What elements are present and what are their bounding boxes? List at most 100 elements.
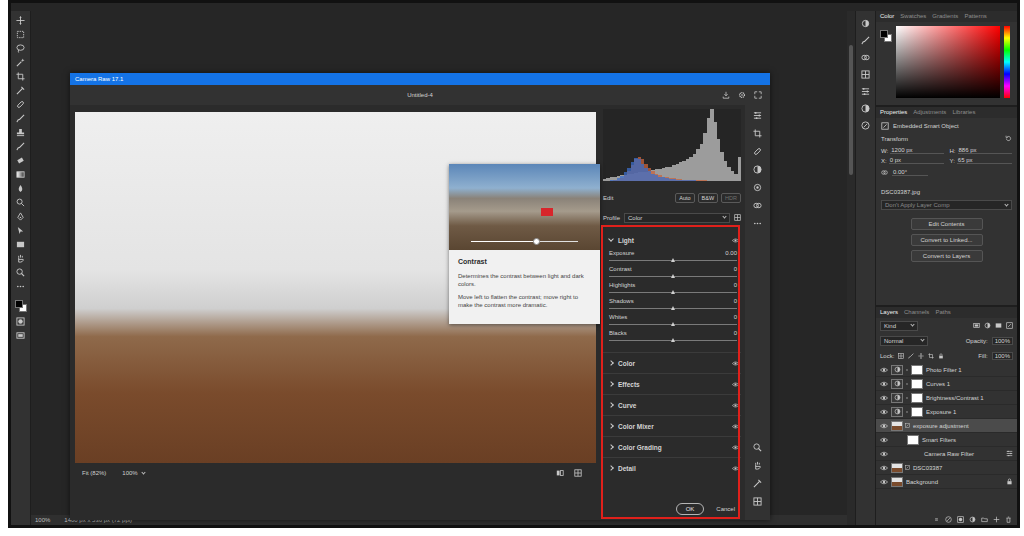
presets-icon[interactable] bbox=[861, 53, 870, 62]
dropdown-caret-icon[interactable] bbox=[722, 214, 726, 218]
section-title[interactable]: Detail bbox=[618, 465, 636, 472]
heal-icon[interactable] bbox=[16, 100, 25, 109]
slider-thumb[interactable] bbox=[671, 322, 675, 326]
dodge-icon[interactable] bbox=[16, 198, 25, 207]
heal-icon[interactable] bbox=[753, 147, 762, 156]
panel-tab[interactable]: Paths bbox=[935, 309, 950, 316]
layer-row[interactable]: Brightness/Contrast 1 bbox=[876, 391, 1017, 405]
chevron-icon[interactable] bbox=[608, 465, 614, 471]
zoom-fit[interactable]: Fit (82%) bbox=[82, 470, 106, 476]
more-icon[interactable] bbox=[753, 219, 762, 228]
chevron-icon[interactable] bbox=[608, 381, 614, 387]
lock-icon[interactable] bbox=[938, 353, 944, 359]
browse-profiles-icon[interactable] bbox=[734, 214, 741, 221]
layer-name[interactable]: Camera Raw Filter bbox=[924, 451, 974, 457]
brush-icon[interactable] bbox=[861, 36, 870, 45]
scroll-thumb[interactable] bbox=[849, 45, 853, 175]
angle-value[interactable]: 0.00° bbox=[892, 169, 928, 176]
slider-thumb[interactable] bbox=[671, 274, 675, 278]
properties-button[interactable]: Convert to Linked... bbox=[911, 234, 983, 246]
section-title[interactable]: Color bbox=[618, 360, 635, 367]
eye-icon[interactable] bbox=[880, 380, 888, 388]
dropdown-caret-icon[interactable] bbox=[920, 337, 924, 341]
blend-mode-select[interactable]: Normal bbox=[880, 336, 928, 346]
eye-icon[interactable] bbox=[880, 478, 888, 486]
marquee-icon[interactable] bbox=[16, 30, 25, 39]
properties-button[interactable]: Edit Contents bbox=[911, 218, 983, 230]
dropdown-caret-icon[interactable] bbox=[1004, 202, 1008, 206]
section-header[interactable]: Color Mixer bbox=[603, 415, 741, 436]
panel-tab[interactable]: Gradients bbox=[932, 13, 958, 20]
layer-name[interactable]: Photo Filter 1 bbox=[926, 367, 962, 373]
visibility-toggle[interactable] bbox=[880, 436, 888, 444]
slider-value[interactable]: 0 bbox=[719, 282, 737, 288]
slider-thumb[interactable] bbox=[671, 258, 675, 262]
eye-icon[interactable] bbox=[732, 402, 739, 409]
sliders-icon[interactable] bbox=[753, 111, 762, 120]
mask-icon[interactable] bbox=[861, 104, 870, 113]
section-header[interactable]: Effects bbox=[603, 373, 741, 394]
blur-icon[interactable] bbox=[16, 184, 25, 193]
section-title[interactable]: Color Grading bbox=[618, 444, 662, 451]
panel-tab[interactable]: Adjustments bbox=[913, 109, 946, 116]
profile-select[interactable]: Color bbox=[624, 213, 730, 223]
slider-thumb[interactable] bbox=[671, 338, 675, 342]
section-header[interactable]: Light bbox=[603, 232, 741, 248]
slider-value[interactable]: 0 bbox=[719, 330, 737, 336]
chevron-icon[interactable] bbox=[608, 402, 614, 408]
section-title[interactable]: Color Mixer bbox=[618, 423, 654, 430]
eraser-icon[interactable] bbox=[16, 156, 25, 165]
visibility-toggle[interactable] bbox=[880, 408, 888, 416]
zoom-icon[interactable] bbox=[753, 443, 762, 452]
panel-tab[interactable]: Color bbox=[880, 13, 894, 20]
brush-icon[interactable] bbox=[908, 353, 914, 359]
fx-icon[interactable] bbox=[861, 121, 870, 130]
layer-row[interactable]: DSC03387 bbox=[876, 461, 1017, 475]
grid-icon[interactable] bbox=[861, 70, 870, 79]
zoom-level[interactable]: 100% bbox=[35, 517, 50, 523]
slider-track[interactable] bbox=[609, 276, 737, 277]
filter-options-icon[interactable] bbox=[1006, 450, 1013, 457]
visibility-toggle[interactable] bbox=[880, 366, 888, 374]
eye-icon[interactable] bbox=[880, 394, 888, 402]
trash-icon[interactable] bbox=[1005, 516, 1012, 523]
adj-icon[interactable] bbox=[984, 322, 991, 329]
panel-tab[interactable]: Patterns bbox=[964, 13, 986, 20]
zoom-icon[interactable] bbox=[16, 268, 25, 277]
move-icon[interactable] bbox=[16, 16, 25, 25]
redeye-icon[interactable] bbox=[753, 183, 762, 192]
chevron-icon[interactable] bbox=[608, 423, 614, 429]
section-header[interactable]: Color Grading bbox=[603, 436, 741, 457]
mask-icon[interactable] bbox=[753, 165, 762, 174]
visibility-toggle[interactable] bbox=[880, 464, 888, 472]
slider-value[interactable]: 0 bbox=[719, 298, 737, 304]
expand-icon[interactable] bbox=[754, 91, 762, 99]
layer-name[interactable]: Exposure 1 bbox=[926, 409, 956, 415]
crop-icon[interactable] bbox=[753, 129, 762, 138]
eye-icon[interactable] bbox=[880, 422, 888, 430]
filter-value[interactable]: Kind bbox=[884, 323, 896, 329]
brush-icon[interactable] bbox=[16, 114, 25, 123]
dropdown-caret-icon[interactable] bbox=[141, 470, 145, 474]
eye-icon[interactable] bbox=[732, 381, 739, 388]
chevron-icon[interactable] bbox=[608, 360, 614, 366]
cancel-button[interactable]: Cancel bbox=[714, 504, 737, 514]
layer-row[interactable]: Exposure 1 bbox=[876, 405, 1017, 419]
zoom-select[interactable]: Fit (82%) bbox=[79, 469, 109, 477]
adj-icon[interactable] bbox=[861, 19, 870, 28]
slider-value[interactable]: 0 bbox=[719, 266, 737, 272]
field-value[interactable]: 0 px bbox=[889, 157, 944, 164]
plus-icon[interactable] bbox=[993, 516, 1000, 523]
slider-value[interactable]: 0.00 bbox=[719, 250, 737, 256]
saturation-field[interactable] bbox=[896, 26, 1000, 98]
panel-tab[interactable]: Properties bbox=[880, 109, 907, 116]
quickmask-icon[interactable] bbox=[957, 516, 964, 523]
save-icon[interactable] bbox=[722, 91, 730, 99]
crop-icon[interactable] bbox=[16, 72, 25, 81]
brush-icon[interactable] bbox=[16, 142, 25, 151]
crop-icon[interactable] bbox=[928, 353, 934, 359]
sliders-icon[interactable] bbox=[861, 87, 870, 96]
opacity-value[interactable]: 100% bbox=[992, 337, 1013, 345]
field-value[interactable]: 1200 px bbox=[890, 147, 943, 154]
layer-name[interactable]: exposure adjustment bbox=[913, 423, 969, 429]
